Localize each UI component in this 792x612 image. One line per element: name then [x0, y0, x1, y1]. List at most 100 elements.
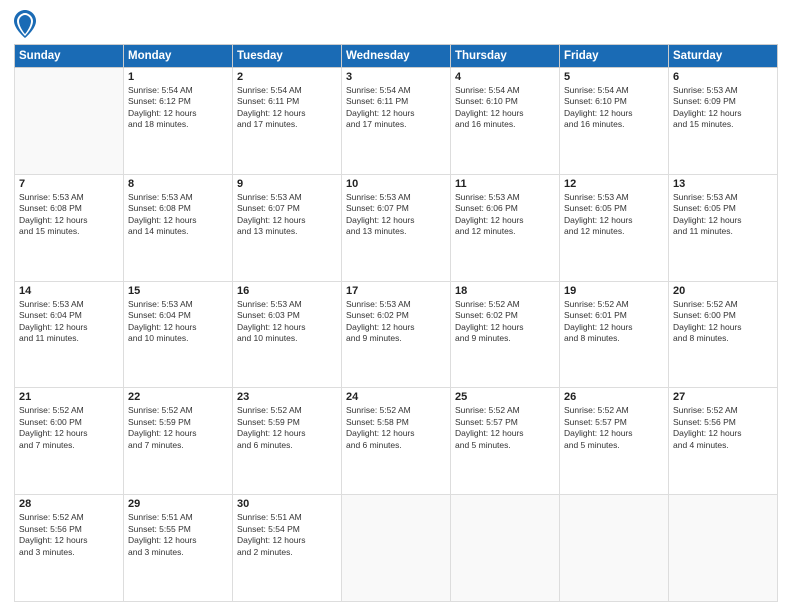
calendar-cell: 26 Sunrise: 5:52 AM Sunset: 5:57 PM Dayli…	[560, 388, 669, 495]
calendar-cell: 10Sunrise: 5:53 AM Sunset: 6:07 PM Dayli…	[342, 174, 451, 281]
calendar-cell: 8 Sunrise: 5:53 AM Sunset: 6:08 PM Daylig…	[124, 174, 233, 281]
calendar-cell: 25 Sunrise: 5:52 AM Sunset: 5:57 PM Dayli…	[451, 388, 560, 495]
cell-info: Sunrise: 5:54 AM Sunset: 6:11 PM Dayligh…	[346, 85, 446, 131]
weekday-header: Thursday	[451, 45, 560, 68]
calendar-week-row: 28 Sunrise: 5:52 AM Sunset: 5:56 PM Dayli…	[15, 495, 778, 602]
cell-info: Sunrise: 5:53 AM Sunset: 6:08 PM Dayligh…	[19, 192, 119, 238]
day-number: 30	[237, 498, 337, 510]
calendar-cell	[451, 495, 560, 602]
calendar-cell: 17Sunrise: 5:53 AM Sunset: 6:02 PM Dayli…	[342, 281, 451, 388]
calendar-cell: 11Sunrise: 5:53 AM Sunset: 6:06 PM Dayli…	[451, 174, 560, 281]
calendar-cell: 7 Sunrise: 5:53 AM Sunset: 6:08 PM Daylig…	[15, 174, 124, 281]
day-number: 26	[564, 391, 664, 403]
cell-info: Sunrise: 5:52 AM Sunset: 5:59 PM Dayligh…	[128, 405, 228, 451]
day-number: 11	[455, 178, 555, 190]
calendar-cell: 16 Sunrise: 5:53 AM Sunset: 6:03 PM Dayli…	[233, 281, 342, 388]
cell-info: Sunrise: 5:53 AM Sunset: 6:05 PM Dayligh…	[673, 192, 773, 238]
day-number: 6	[673, 71, 773, 83]
calendar-table: SundayMondayTuesdayWednesdayThursdayFrid…	[14, 44, 778, 602]
calendar-cell	[669, 495, 778, 602]
calendar-cell: 22 Sunrise: 5:52 AM Sunset: 5:59 PM Dayli…	[124, 388, 233, 495]
calendar-cell: 24 Sunrise: 5:52 AM Sunset: 5:58 PM Dayli…	[342, 388, 451, 495]
calendar-cell: 19Sunrise: 5:52 AM Sunset: 6:01 PM Dayli…	[560, 281, 669, 388]
cell-info: Sunrise: 5:53 AM Sunset: 6:04 PM Dayligh…	[128, 299, 228, 345]
day-number: 14	[19, 285, 119, 297]
calendar-week-row: 14 Sunrise: 5:53 AM Sunset: 6:04 PM Dayli…	[15, 281, 778, 388]
cell-info: Sunrise: 5:54 AM Sunset: 6:10 PM Dayligh…	[564, 85, 664, 131]
day-number: 29	[128, 498, 228, 510]
calendar-cell	[560, 495, 669, 602]
cell-info: Sunrise: 5:51 AM Sunset: 5:55 PM Dayligh…	[128, 512, 228, 558]
calendar-cell: 9 Sunrise: 5:53 AM Sunset: 6:07 PM Daylig…	[233, 174, 342, 281]
day-number: 1	[128, 71, 228, 83]
calendar-cell: 30 Sunrise: 5:51 AM Sunset: 5:54 PM Dayli…	[233, 495, 342, 602]
calendar-cell: 5 Sunrise: 5:54 AM Sunset: 6:10 PM Daylig…	[560, 68, 669, 175]
day-number: 24	[346, 391, 446, 403]
calendar-cell: 15 Sunrise: 5:53 AM Sunset: 6:04 PM Dayli…	[124, 281, 233, 388]
cell-info: Sunrise: 5:52 AM Sunset: 5:58 PM Dayligh…	[346, 405, 446, 451]
day-number: 19	[564, 285, 664, 297]
weekday-header: Monday	[124, 45, 233, 68]
cell-info: Sunrise: 5:53 AM Sunset: 6:02 PM Dayligh…	[346, 299, 446, 345]
day-number: 21	[19, 391, 119, 403]
day-number: 7	[19, 178, 119, 190]
calendar-cell: 4 Sunrise: 5:54 AM Sunset: 6:10 PM Daylig…	[451, 68, 560, 175]
cell-info: Sunrise: 5:52 AM Sunset: 6:00 PM Dayligh…	[19, 405, 119, 451]
day-number: 27	[673, 391, 773, 403]
calendar-week-row: 7 Sunrise: 5:53 AM Sunset: 6:08 PM Daylig…	[15, 174, 778, 281]
header	[14, 10, 778, 38]
day-number: 4	[455, 71, 555, 83]
day-number: 25	[455, 391, 555, 403]
day-number: 23	[237, 391, 337, 403]
weekday-header: Saturday	[669, 45, 778, 68]
calendar-cell: 1Sunrise: 5:54 AM Sunset: 6:12 PM Daylig…	[124, 68, 233, 175]
cell-info: Sunrise: 5:53 AM Sunset: 6:03 PM Dayligh…	[237, 299, 337, 345]
calendar-cell: 18 Sunrise: 5:52 AM Sunset: 6:02 PM Dayli…	[451, 281, 560, 388]
calendar-week-row: 1Sunrise: 5:54 AM Sunset: 6:12 PM Daylig…	[15, 68, 778, 175]
cell-info: Sunrise: 5:53 AM Sunset: 6:08 PM Dayligh…	[128, 192, 228, 238]
cell-info: Sunrise: 5:52 AM Sunset: 5:57 PM Dayligh…	[455, 405, 555, 451]
day-number: 5	[564, 71, 664, 83]
cell-info: Sunrise: 5:53 AM Sunset: 6:09 PM Dayligh…	[673, 85, 773, 131]
day-number: 16	[237, 285, 337, 297]
weekday-header: Wednesday	[342, 45, 451, 68]
day-number: 8	[128, 178, 228, 190]
cell-info: Sunrise: 5:54 AM Sunset: 6:11 PM Dayligh…	[237, 85, 337, 131]
weekday-header: Friday	[560, 45, 669, 68]
cell-info: Sunrise: 5:52 AM Sunset: 5:56 PM Dayligh…	[19, 512, 119, 558]
day-number: 3	[346, 71, 446, 83]
day-number: 9	[237, 178, 337, 190]
day-number: 13	[673, 178, 773, 190]
day-number: 20	[673, 285, 773, 297]
calendar-header-row: SundayMondayTuesdayWednesdayThursdayFrid…	[15, 45, 778, 68]
logo-icon	[14, 10, 36, 38]
calendar-cell: 29 Sunrise: 5:51 AM Sunset: 5:55 PM Dayli…	[124, 495, 233, 602]
weekday-header: Tuesday	[233, 45, 342, 68]
calendar-cell: 27 Sunrise: 5:52 AM Sunset: 5:56 PM Dayli…	[669, 388, 778, 495]
day-number: 12	[564, 178, 664, 190]
calendar-cell: 6 Sunrise: 5:53 AM Sunset: 6:09 PM Daylig…	[669, 68, 778, 175]
page: SundayMondayTuesdayWednesdayThursdayFrid…	[0, 0, 792, 612]
day-number: 28	[19, 498, 119, 510]
cell-info: Sunrise: 5:53 AM Sunset: 6:04 PM Dayligh…	[19, 299, 119, 345]
cell-info: Sunrise: 5:52 AM Sunset: 5:57 PM Dayligh…	[564, 405, 664, 451]
cell-info: Sunrise: 5:52 AM Sunset: 6:00 PM Dayligh…	[673, 299, 773, 345]
calendar-cell: 23 Sunrise: 5:52 AM Sunset: 5:59 PM Dayli…	[233, 388, 342, 495]
calendar-cell: 12 Sunrise: 5:53 AM Sunset: 6:05 PM Dayli…	[560, 174, 669, 281]
cell-info: Sunrise: 5:53 AM Sunset: 6:07 PM Dayligh…	[237, 192, 337, 238]
cell-info: Sunrise: 5:54 AM Sunset: 6:10 PM Dayligh…	[455, 85, 555, 131]
cell-info: Sunrise: 5:53 AM Sunset: 6:05 PM Dayligh…	[564, 192, 664, 238]
calendar-cell: 2 Sunrise: 5:54 AM Sunset: 6:11 PM Daylig…	[233, 68, 342, 175]
day-number: 15	[128, 285, 228, 297]
day-number: 18	[455, 285, 555, 297]
weekday-header: Sunday	[15, 45, 124, 68]
logo	[14, 10, 40, 38]
cell-info: Sunrise: 5:52 AM Sunset: 6:02 PM Dayligh…	[455, 299, 555, 345]
cell-info: Sunrise: 5:51 AM Sunset: 5:54 PM Dayligh…	[237, 512, 337, 558]
cell-info: Sunrise: 5:52 AM Sunset: 5:59 PM Dayligh…	[237, 405, 337, 451]
day-number: 2	[237, 71, 337, 83]
calendar-week-row: 21 Sunrise: 5:52 AM Sunset: 6:00 PM Dayli…	[15, 388, 778, 495]
calendar-cell: 14 Sunrise: 5:53 AM Sunset: 6:04 PM Dayli…	[15, 281, 124, 388]
cell-info: Sunrise: 5:52 AM Sunset: 5:56 PM Dayligh…	[673, 405, 773, 451]
day-number: 22	[128, 391, 228, 403]
